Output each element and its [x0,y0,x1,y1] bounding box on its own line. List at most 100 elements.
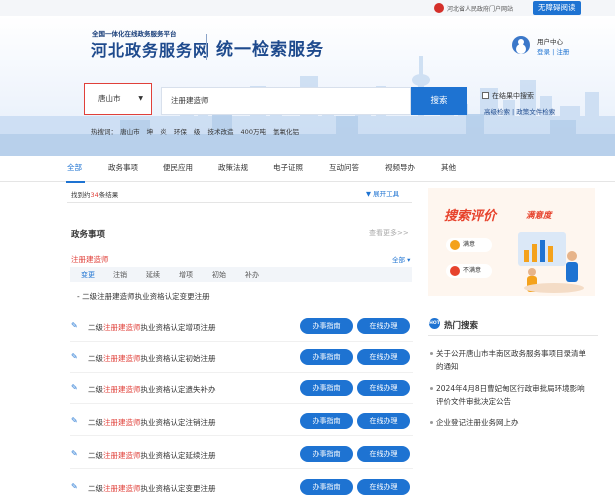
hot-word[interactable]: 技术改造 [207,128,233,136]
site-logo-title[interactable]: 河北政务服务网 [91,37,210,61]
hot-search-item-label: 关于公开唐山市丰南区政务服务事项目录清单的通知 [436,349,586,371]
keyword-all-link[interactable]: 全部 ▾ [392,254,410,264]
guide-button[interactable]: 办事指南 [300,318,353,334]
service-item-suffix: 执业资格认定变更注册 [140,484,216,493]
service-item-suffix: 执业资格认定初始注册 [140,354,216,363]
tab-video-guide[interactable]: 视频导办 [385,162,415,173]
subtab-add[interactable]: 增项 [179,270,193,280]
subtab-initial[interactable]: 初始 [212,270,226,280]
advanced-search-links: 高级检索 | 政策文件检索 [484,108,556,116]
tab-policy[interactable]: 政策法规 [218,162,248,173]
hot-word[interactable]: 级 [194,128,201,136]
satisfied-option[interactable]: 满意 [446,238,492,252]
result-count-number: 34 [90,191,99,199]
hot-word[interactable]: 环保 [174,128,187,136]
tab-qa[interactable]: 互动问答 [329,162,359,173]
national-emblem-icon [434,3,444,13]
hot-badge: HOT [429,318,440,329]
register-link[interactable]: 注册 [556,48,569,56]
satisfaction-banner[interactable]: 搜索评价 满意度 满意 不满意 [428,188,595,296]
subtab-change[interactable]: 变更 [81,270,95,280]
divider [67,202,412,203]
auth-links: 登录 | 注册 [537,48,570,56]
edit-icon: ✎ [71,321,78,330]
hot-search-item[interactable]: 2024年4月8日曹妃甸区行政审批局环境影响评价文件审批决定公告 [430,382,590,408]
hot-word[interactable]: 坤 [147,128,154,136]
smile-face-icon [450,240,460,250]
online-apply-button[interactable]: 在线办理 [357,349,410,365]
survey-illustration [518,232,584,293]
service-item-title[interactable]: 二级注册建造师执业资格认定注销注册 [88,417,216,428]
accessibility-button[interactable]: 无障碍阅读 [533,1,581,15]
tab-convenience[interactable]: 便民应用 [163,162,193,173]
tab-gov-affairs[interactable]: 政务事项 [108,162,138,173]
result-count: 找到约34条结果 [71,189,118,199]
list-item[interactable]: - 二级注册建造师执业资格认定变更注册 [77,291,210,302]
satisfied-label: 满意 [463,241,476,248]
service-item-highlight: 注册建造师 [103,451,141,460]
portal-link[interactable]: 河北省人民政府门户网站 [447,4,513,13]
city-select[interactable]: 唐山市 ▼ [90,90,147,108]
subtab-reissue[interactable]: 补办 [245,270,259,280]
search-in-results-checkbox[interactable] [482,92,489,99]
search-button[interactable]: 搜索 [411,87,467,115]
service-item-highlight: 注册建造师 [103,323,141,332]
hot-word[interactable]: 氢氧化铝 [273,128,299,136]
keyword-all-label: 全部 [392,256,405,264]
hot-words: 热搜词： 唐山市 坤 炎 环保 级 技术改造 400万吨 氢氧化铝 [91,126,304,136]
online-apply-button[interactable]: 在线办理 [357,318,410,334]
expand-tools-button[interactable]: ▼ 展开工具 [366,188,399,198]
service-item-suffix: 执业资格认定增项注册 [140,323,216,332]
service-item-prefix: 二级 [88,451,103,460]
caret-down-icon: ▾ [407,256,411,264]
top-utility-bar: 河北省人民政府门户网站 无障碍阅读 [0,0,615,16]
tab-e-license[interactable]: 电子证照 [273,162,303,173]
edit-icon: ✎ [71,482,78,491]
banner-subtitle: 满意度 [526,211,552,221]
search-input[interactable]: 注册建造师 [161,87,411,115]
section-title: 政务事项 [71,230,106,240]
guide-button[interactable]: 办事指南 [300,479,353,495]
service-item-suffix: 执业资格认定注销注册 [140,418,216,427]
service-item-title[interactable]: 二级注册建造师执业资格认定初始注册 [88,353,216,364]
subtab-renew[interactable]: 延续 [146,270,160,280]
advanced-search-link[interactable]: 高级检索 [484,108,510,116]
search-in-results-label: 在结果中搜索 [492,92,534,100]
service-item-suffix: 执业资格认定延续注册 [140,451,216,460]
service-item-title[interactable]: 二级注册建造师执业资格认定延续注册 [88,450,216,461]
hot-search-item[interactable]: 企业登记注册业务网上办 [430,416,590,429]
login-link[interactable]: 登录 [537,48,550,56]
hot-search-item-label: 2024年4月8日曹妃甸区行政审批局环境影响评价文件审批决定公告 [436,384,585,406]
service-item-highlight: 注册建造师 [103,354,141,363]
service-item-title[interactable]: 二级注册建造师执业资格认定增项注册 [88,322,216,333]
guide-button[interactable]: 办事指南 [300,349,353,365]
hot-word[interactable]: 400万吨 [241,128,266,136]
online-apply-button[interactable]: 在线办理 [357,446,410,462]
guide-button[interactable]: 办事指南 [300,413,353,429]
service-item-prefix: 二级 [88,323,103,332]
tab-all[interactable]: 全部 [67,162,82,173]
hot-search-item[interactable]: 关于公开唐山市丰南区政务服务事项目录清单的通知 [430,347,590,373]
service-item-title[interactable]: 二级注册建造师执业资格认定遗失补办 [88,384,216,395]
chevron-down-icon: ▼ [138,95,143,102]
unsatisfied-label: 不满意 [463,267,482,274]
user-center-link[interactable]: 用户中心 [537,36,563,46]
guide-button[interactable]: 办事指南 [300,446,353,462]
hot-search-title: 热门搜索 [444,321,479,331]
subtab-cancel[interactable]: 注销 [113,270,127,280]
unsatisfied-option[interactable]: 不满意 [446,264,492,278]
hot-word[interactable]: 炎 [160,128,167,136]
tab-other[interactable]: 其他 [441,162,456,173]
online-apply-button[interactable]: 在线办理 [357,380,410,396]
view-more-link[interactable]: 查看更多>> [369,228,409,238]
user-avatar-icon[interactable] [512,36,530,54]
row-divider [70,403,413,404]
search-in-results-toggle[interactable]: 在结果中搜索 [482,91,534,101]
guide-button[interactable]: 办事指南 [300,380,353,396]
row-divider [70,468,413,469]
online-apply-button[interactable]: 在线办理 [357,479,410,495]
policy-doc-search-link[interactable]: 政策文件检索 [516,108,555,116]
online-apply-button[interactable]: 在线办理 [357,413,410,429]
service-item-title[interactable]: 二级注册建造师执业资格认定变更注册 [88,483,216,494]
hot-word[interactable]: 唐山市 [120,128,140,136]
